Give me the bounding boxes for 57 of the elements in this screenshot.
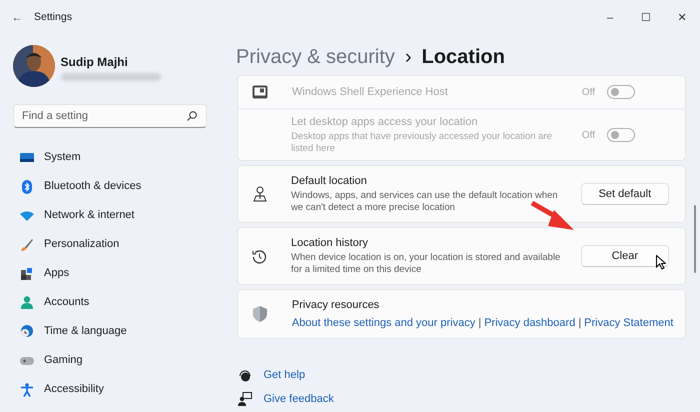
sidebar-item[interactable]: Bluetooth & devices [0,172,207,201]
help-icon [238,368,252,382]
gamepad-icon [19,356,34,366]
shield-icon [252,306,267,322]
history-icon [252,248,267,264]
sidebar-item[interactable]: System [0,143,207,172]
setting-title: Let desktop apps access your location [291,115,479,130]
action-button[interactable]: Clear [580,245,670,267]
setting-description: When device location is on, your location is stored and available for a limited time on this device [291,252,562,277]
sidebar-item[interactable]: Gaming [0,346,207,375]
monitor-icon [19,152,34,162]
window-title: Settings [34,10,72,26]
search-field[interactable]: Find a setting [13,104,207,128]
sidebar-item[interactable]: Network & internet [0,201,207,230]
scrollbar [694,205,696,273]
privacy-link[interactable]: About these settings and your privacy [292,315,476,332]
sidebar-item[interactable]: Accessibility [0,375,207,404]
privacy-link[interactable]: Privacy dashboard [484,315,576,332]
link-separator: | [578,316,582,331]
privacy-link[interactable]: Privacy Statement [584,315,674,332]
accessibility-icon [19,382,34,396]
page-title: Location [422,45,505,70]
clock-globe-icon [19,325,34,338]
sidebar-item[interactable]: Time & language [0,317,207,346]
link-separator: | [478,316,482,331]
wifi-icon [19,210,34,220]
setting-title: Privacy resources [292,298,380,312]
footer-link[interactable]: Get help [264,366,306,384]
breadcrumb-separator: › [404,45,412,70]
person-icon [19,296,34,309]
back-button[interactable]: ← [0,4,34,32]
bluetooth-icon [19,180,34,194]
annotation-arrow [530,200,576,232]
window-icon [252,85,268,99]
location-pin-icon [252,186,266,202]
cursor-icon [656,255,666,270]
action-button[interactable]: Set default [580,183,670,205]
sidebar-item[interactable]: Accounts [0,288,207,317]
user-name: Sudip Majhi [60,54,129,71]
breadcrumb-link[interactable]: Privacy & security [236,42,395,72]
sidebar-item[interactable]: Apps [0,259,207,288]
setting-title: Default location [291,174,368,190]
setting-title: Location history [291,236,370,252]
close-button[interactable]: ✕ [664,4,700,32]
maximize-button[interactable]: ☐ [628,4,664,32]
apps-icon [19,268,34,280]
search-icon [187,111,197,121]
minimize-button[interactable]: – [592,4,628,32]
toggle-state: Off [582,86,595,100]
toggle-state: Off [582,128,595,142]
brush-icon [19,238,34,250]
setting-description: Desktop apps that have previously accessed your location are listed here [291,130,553,156]
setting-title: Windows Shell Experience Host [292,84,449,100]
footer-link[interactable]: Give feedback [264,390,334,408]
sidebar-item[interactable]: Personalization [0,230,207,259]
setting-description: Windows, apps, and services can use the default location when we can't detect a more precise location [291,190,559,215]
feedback-icon [238,392,252,406]
